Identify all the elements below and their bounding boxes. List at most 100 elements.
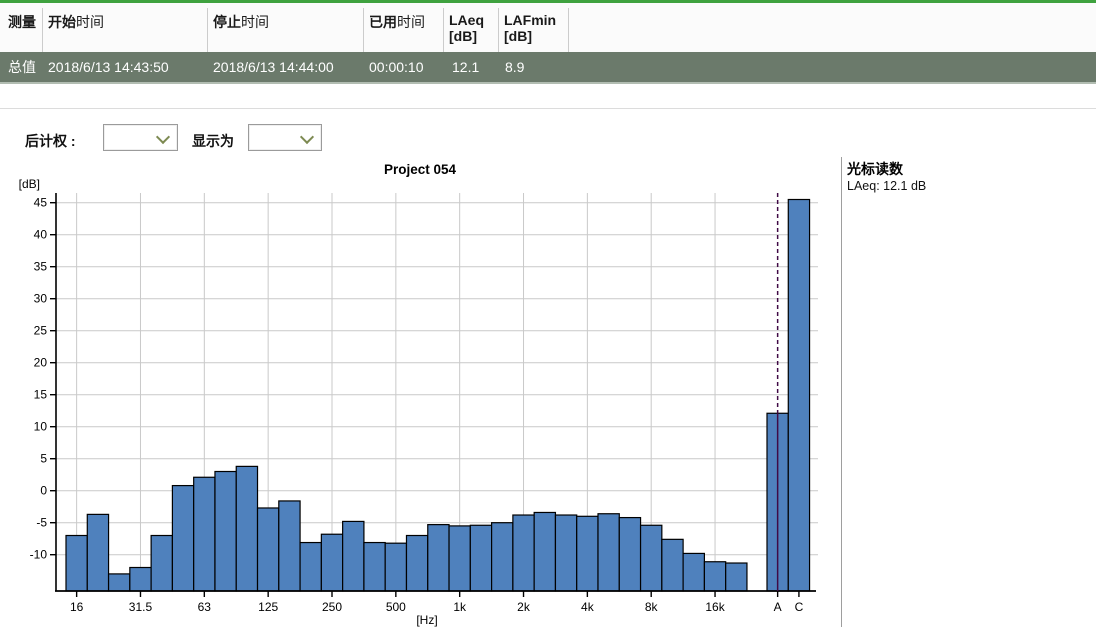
- column-divider: [443, 8, 444, 53]
- bar-63[interactable]: [194, 477, 215, 591]
- panel-divider: [841, 157, 842, 627]
- header-stop-rest: 时间: [241, 14, 269, 30]
- column-divider: [42, 8, 43, 53]
- spectrum-chart[interactable]: Project 054 [dB] [Hz] 454035302520151050…: [0, 150, 840, 638]
- display-as-select[interactable]: [248, 124, 322, 151]
- cursor-readout-value: LAeq: 12.1 dB: [847, 179, 926, 193]
- y-tick-label-30: 30: [34, 292, 48, 306]
- x-tick-label-500: 500: [386, 600, 406, 614]
- y-tick-label-15: 15: [34, 388, 48, 402]
- bar-5k[interactable]: [598, 514, 619, 591]
- row-lafmin: 8.9: [505, 52, 524, 82]
- bar-50[interactable]: [172, 486, 193, 591]
- header-stop-time: 停止时间: [213, 12, 269, 32]
- x-tick-label-C: C: [795, 600, 804, 614]
- bar-160[interactable]: [279, 501, 300, 591]
- header-start-rest: 时间: [76, 14, 104, 30]
- bar-31.5[interactable]: [130, 568, 151, 592]
- bar-12.5k[interactable]: [683, 553, 704, 591]
- y-tick-label-0: 0: [40, 484, 47, 498]
- bar-40[interactable]: [151, 536, 172, 592]
- bar-C[interactable]: [788, 200, 809, 592]
- header-stop-strong: 停止: [213, 14, 241, 30]
- cursor-readout-title: 光标读数: [847, 159, 903, 179]
- column-divider: [363, 8, 364, 53]
- header-elapsed-strong: 已用: [369, 14, 397, 30]
- bar-400[interactable]: [364, 543, 385, 591]
- bar-200[interactable]: [300, 543, 321, 591]
- y-tick-label--10: -10: [30, 548, 48, 562]
- bar-20[interactable]: [87, 514, 108, 591]
- row-start-time: 2018/6/13 14:43:50: [48, 52, 169, 82]
- bar-80[interactable]: [215, 472, 236, 592]
- bar-25[interactable]: [109, 574, 130, 591]
- x-tick-label-250: 250: [322, 600, 342, 614]
- results-table-header: 测量 开始时间 停止时间 已用时间 LAeq[dB] LAFmin[dB]: [0, 3, 1096, 52]
- y-tick-label-10: 10: [34, 420, 48, 434]
- bar-1k[interactable]: [449, 526, 470, 591]
- x-tick-label-16: 16: [70, 600, 84, 614]
- bar-2k[interactable]: [513, 515, 534, 591]
- y-axis-unit-label: [dB]: [19, 177, 40, 191]
- header-laeq-name: LAeq: [449, 12, 484, 28]
- header-elapsed-time: 已用时间: [369, 12, 425, 32]
- chevron-down-icon: [156, 130, 170, 144]
- column-divider: [568, 8, 569, 53]
- header-start-strong: 开始: [48, 14, 76, 30]
- bar-10k[interactable]: [662, 539, 683, 591]
- post-weighting-select[interactable]: [103, 124, 178, 151]
- column-divider: [498, 8, 499, 53]
- bar-2.5k[interactable]: [534, 512, 555, 591]
- header-lafmin-name: LAFmin: [504, 12, 556, 28]
- results-table-row[interactable]: 总值 2018/6/13 14:43:50 2018/6/13 14:44:00…: [0, 52, 1096, 84]
- bar-16[interactable]: [66, 536, 87, 592]
- chart-title: Project 054: [384, 162, 457, 177]
- y-tick-label-20: 20: [34, 356, 48, 370]
- bar-630[interactable]: [406, 536, 427, 592]
- chevron-down-icon: [300, 130, 314, 144]
- row-label: 总值: [8, 52, 36, 82]
- header-start-time: 开始时间: [48, 12, 104, 32]
- x-tick-label-1k: 1k: [453, 600, 467, 614]
- x-tick-label-16k: 16k: [705, 600, 725, 614]
- x-axis-unit-label: [Hz]: [416, 613, 437, 627]
- y-tick-label-45: 45: [34, 196, 48, 210]
- bar-500[interactable]: [385, 543, 406, 591]
- header-lafmin-unit: [dB]: [504, 28, 556, 44]
- bar-8k[interactable]: [641, 525, 662, 591]
- header-lafmin: LAFmin[dB]: [504, 12, 556, 44]
- header-laeq-unit: [dB]: [449, 28, 484, 44]
- x-tick-label-31.5: 31.5: [129, 600, 153, 614]
- bar-315[interactable]: [343, 521, 364, 591]
- y-tick-label-25: 25: [34, 324, 48, 338]
- bar-16k[interactable]: [704, 562, 725, 591]
- bar-20k[interactable]: [726, 563, 747, 591]
- x-tick-label-125: 125: [258, 600, 278, 614]
- x-tick-label-63: 63: [198, 600, 212, 614]
- bar-250[interactable]: [321, 534, 342, 591]
- bar-3.15k[interactable]: [555, 515, 576, 591]
- bar-100[interactable]: [236, 466, 257, 591]
- y-tick-label-40: 40: [34, 228, 48, 242]
- header-measurement: 测量: [8, 12, 36, 32]
- x-tick-label-8k: 8k: [645, 600, 659, 614]
- bar-6.3k[interactable]: [619, 518, 640, 591]
- y-tick-label-5: 5: [40, 452, 47, 466]
- bar-800[interactable]: [428, 525, 449, 591]
- bar-1.25k[interactable]: [470, 525, 491, 591]
- header-laeq: LAeq[dB]: [449, 12, 484, 44]
- section-divider: [0, 108, 1096, 109]
- bar-125[interactable]: [258, 508, 279, 591]
- post-weighting-label: 后计权 :: [25, 131, 76, 151]
- app-window: 测量 开始时间 停止时间 已用时间 LAeq[dB] LAFmin[dB] 总值…: [0, 0, 1096, 638]
- display-as-label: 显示为: [192, 131, 234, 151]
- bar-1.6k[interactable]: [492, 523, 513, 591]
- header-elapsed-rest: 时间: [397, 14, 425, 30]
- x-tick-label-A: A: [774, 600, 782, 614]
- y-tick-label-35: 35: [34, 260, 48, 274]
- x-tick-label-4k: 4k: [581, 600, 595, 614]
- y-tick-label--5: -5: [36, 516, 47, 530]
- x-tick-label-2k: 2k: [517, 600, 531, 614]
- bar-4k[interactable]: [577, 516, 598, 591]
- row-stop-time: 2018/6/13 14:44:00: [213, 52, 334, 82]
